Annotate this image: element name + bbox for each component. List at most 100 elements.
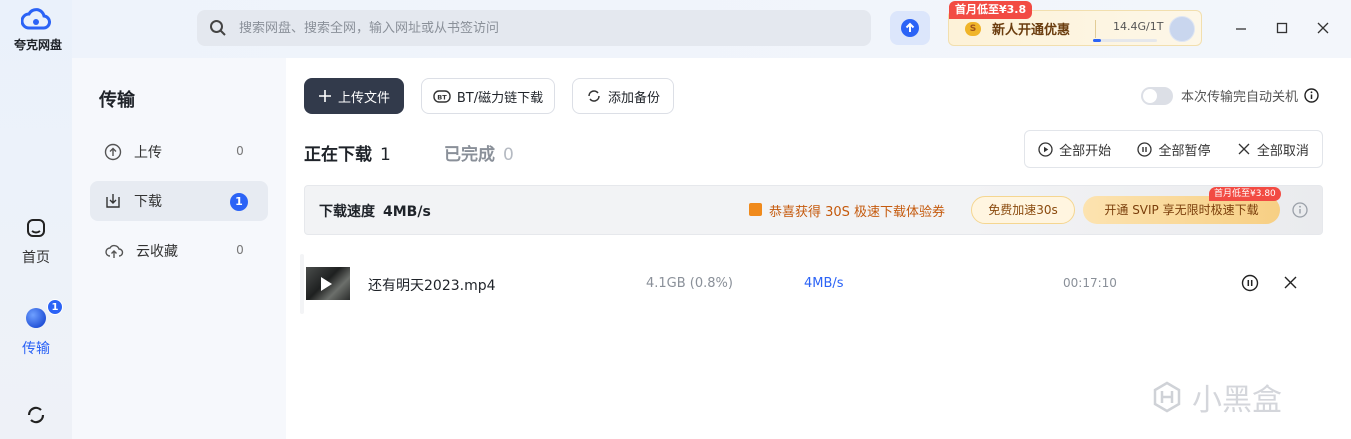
rail-item-transfer[interactable]: 1 传输 xyxy=(0,299,72,358)
search-input[interactable] xyxy=(239,20,871,36)
start-all-button[interactable]: 全部开始 xyxy=(1038,140,1111,159)
upload-circle-icon xyxy=(104,143,122,161)
top-bar: 首月低至¥3.8 S 新人开通优惠 14.4G/1T xyxy=(72,0,1351,58)
close-icon xyxy=(1317,22,1329,34)
rail-label-home: 首页 xyxy=(22,250,50,266)
video-thumbnail xyxy=(306,267,350,300)
minimize-icon xyxy=(1236,28,1246,30)
add-backup-button[interactable]: 添加备份 xyxy=(572,78,674,114)
free-accelerate-button[interactable]: 免费加速30s xyxy=(971,196,1075,224)
tab-downloading-label: 正在下载 xyxy=(304,145,372,165)
rail-item-sync[interactable] xyxy=(0,404,72,430)
sidebar-item-label: 下载 xyxy=(134,194,162,210)
bt-magnet-download-button[interactable]: BT BT/磁力链下载 xyxy=(421,78,555,114)
close-icon xyxy=(1237,142,1251,156)
sidebar-item-upload[interactable]: 上传 0 xyxy=(90,132,268,172)
download-row[interactable]: 还有明天2023.mp4 4.1GB (0.8%) 4MB/s 00:17:10 xyxy=(300,254,1323,314)
search-icon xyxy=(210,20,226,36)
app-window: 夸克网盘 首页 1 传输 搜索网盘、搜索全网，输入网址或从书签访问 首月低至¥3… xyxy=(0,0,1351,439)
divider xyxy=(1095,20,1096,38)
speed-value: 4MB/s xyxy=(383,204,431,220)
bulk-controls: 全部开始 全部暂停 全部取消 xyxy=(1024,130,1323,168)
upload-file-button[interactable]: 上传文件 xyxy=(304,78,404,114)
cloud-upload-icon xyxy=(105,244,124,258)
sidebar-item-label: 上传 xyxy=(134,145,162,161)
sidebar-item-download[interactable]: 下载 1 xyxy=(90,181,268,221)
tab-completed[interactable]: 已完成 0 xyxy=(444,140,514,165)
rail-label-transfer: 传输 xyxy=(22,341,50,357)
plus-icon xyxy=(318,89,332,103)
coupon-text: 恭喜获得 30S 极速下载体验券 xyxy=(769,205,946,220)
arrow-up-circle-icon xyxy=(901,19,919,37)
vip-offer-text: 新人开通优惠 xyxy=(992,23,1071,38)
app-name: 夸克网盘 xyxy=(14,38,63,52)
add-backup-label: 添加备份 xyxy=(607,90,660,106)
tab-downloading-count: 1 xyxy=(380,145,391,165)
maximize-button[interactable] xyxy=(1268,16,1296,40)
sidebar-item-label: 云收藏 xyxy=(136,244,178,260)
download-count-badge: 1 xyxy=(230,193,248,211)
coupon-icon xyxy=(749,203,762,216)
avatar[interactable] xyxy=(1169,16,1195,42)
vip-promo-box[interactable]: 首月低至¥3.8 S 新人开通优惠 14.4G/1T xyxy=(948,1,1202,46)
info-icon[interactable] xyxy=(1304,88,1319,103)
maximize-icon xyxy=(1276,22,1288,34)
svip-promo-tag: 首月低至¥3.80 xyxy=(1209,187,1281,201)
refresh-icon xyxy=(586,88,602,104)
rail-item-home[interactable]: 首页 xyxy=(0,217,72,267)
rail-transfer-badge: 1 xyxy=(47,299,63,315)
download-speed-bar: 下载速度 4MB/s 恭喜获得 30S 极速下载体验券 免费加速30s 开通 SV… xyxy=(304,185,1323,235)
coin-icon: S xyxy=(965,22,981,36)
tab-completed-label: 已完成 xyxy=(444,145,495,165)
row-indicator xyxy=(300,254,304,314)
file-size-progress: 4.1GB (0.8%) xyxy=(646,276,733,291)
pause-all-label: 全部暂停 xyxy=(1158,143,1211,159)
speed-label-text: 下载速度 xyxy=(319,204,375,220)
watermark-text: 小黑盒 xyxy=(1192,383,1282,418)
left-rail: 夸克网盘 首页 1 传输 xyxy=(0,0,72,439)
home-icon xyxy=(27,219,45,237)
upload-file-label: 上传文件 xyxy=(337,90,390,106)
sync-icon xyxy=(27,406,45,424)
file-speed: 4MB/s xyxy=(804,276,844,291)
play-icon xyxy=(321,277,332,291)
transfer-icon xyxy=(26,308,46,328)
cloud-collect-count: 0 xyxy=(236,243,244,257)
auto-shutdown-option[interactable]: 本次传输完自动关机 xyxy=(1141,86,1319,105)
watermark: 小黑盒 xyxy=(1150,375,1282,419)
storage-usage-fill xyxy=(1093,39,1101,42)
auto-shutdown-toggle[interactable] xyxy=(1141,86,1173,105)
play-circle-icon xyxy=(1038,141,1053,157)
pause-circle-icon xyxy=(1137,141,1153,157)
svg-text:BT: BT xyxy=(437,94,447,102)
upload-count: 0 xyxy=(236,144,244,158)
storage-usage-text: 14.4G/1T xyxy=(1113,20,1164,33)
file-name: 还有明天2023.mp4 xyxy=(368,278,496,294)
search-box[interactable] xyxy=(197,10,871,46)
auto-shutdown-label: 本次传输完自动关机 xyxy=(1181,90,1299,105)
time-remaining: 00:17:10 xyxy=(1063,276,1117,290)
info-icon[interactable] xyxy=(1292,202,1308,218)
download-tray-icon xyxy=(106,194,120,208)
cancel-all-button[interactable]: 全部取消 xyxy=(1237,140,1309,159)
tab-completed-count: 0 xyxy=(503,145,514,165)
heybox-logo-icon xyxy=(1153,381,1181,413)
transfer-sidebar: 传输 上传 0 下载 1 云收藏 0 xyxy=(72,58,286,439)
storage-usage-bar xyxy=(1093,39,1157,42)
minimize-button[interactable] xyxy=(1227,16,1255,40)
pause-all-button[interactable]: 全部暂停 xyxy=(1137,140,1211,159)
start-all-label: 全部开始 xyxy=(1059,143,1112,159)
speed-label: 下载速度 4MB/s xyxy=(319,201,431,221)
tab-downloading[interactable]: 正在下载 1 xyxy=(304,140,391,165)
sidebar-title: 传输 xyxy=(99,90,135,111)
pause-circle-icon[interactable] xyxy=(1241,274,1259,292)
close-window-button[interactable] xyxy=(1309,16,1337,40)
app-logo[interactable]: 夸克网盘 xyxy=(14,6,63,53)
cancel-all-label: 全部取消 xyxy=(1256,143,1309,159)
bt-icon: BT xyxy=(433,89,451,103)
quick-upload-button[interactable] xyxy=(890,11,930,45)
cloud-logo-icon xyxy=(21,8,51,30)
vip-promo-tag: 首月低至¥3.8 xyxy=(949,1,1033,19)
close-icon[interactable] xyxy=(1283,275,1298,290)
sidebar-item-cloud-collect[interactable]: 云收藏 0 xyxy=(90,231,268,271)
